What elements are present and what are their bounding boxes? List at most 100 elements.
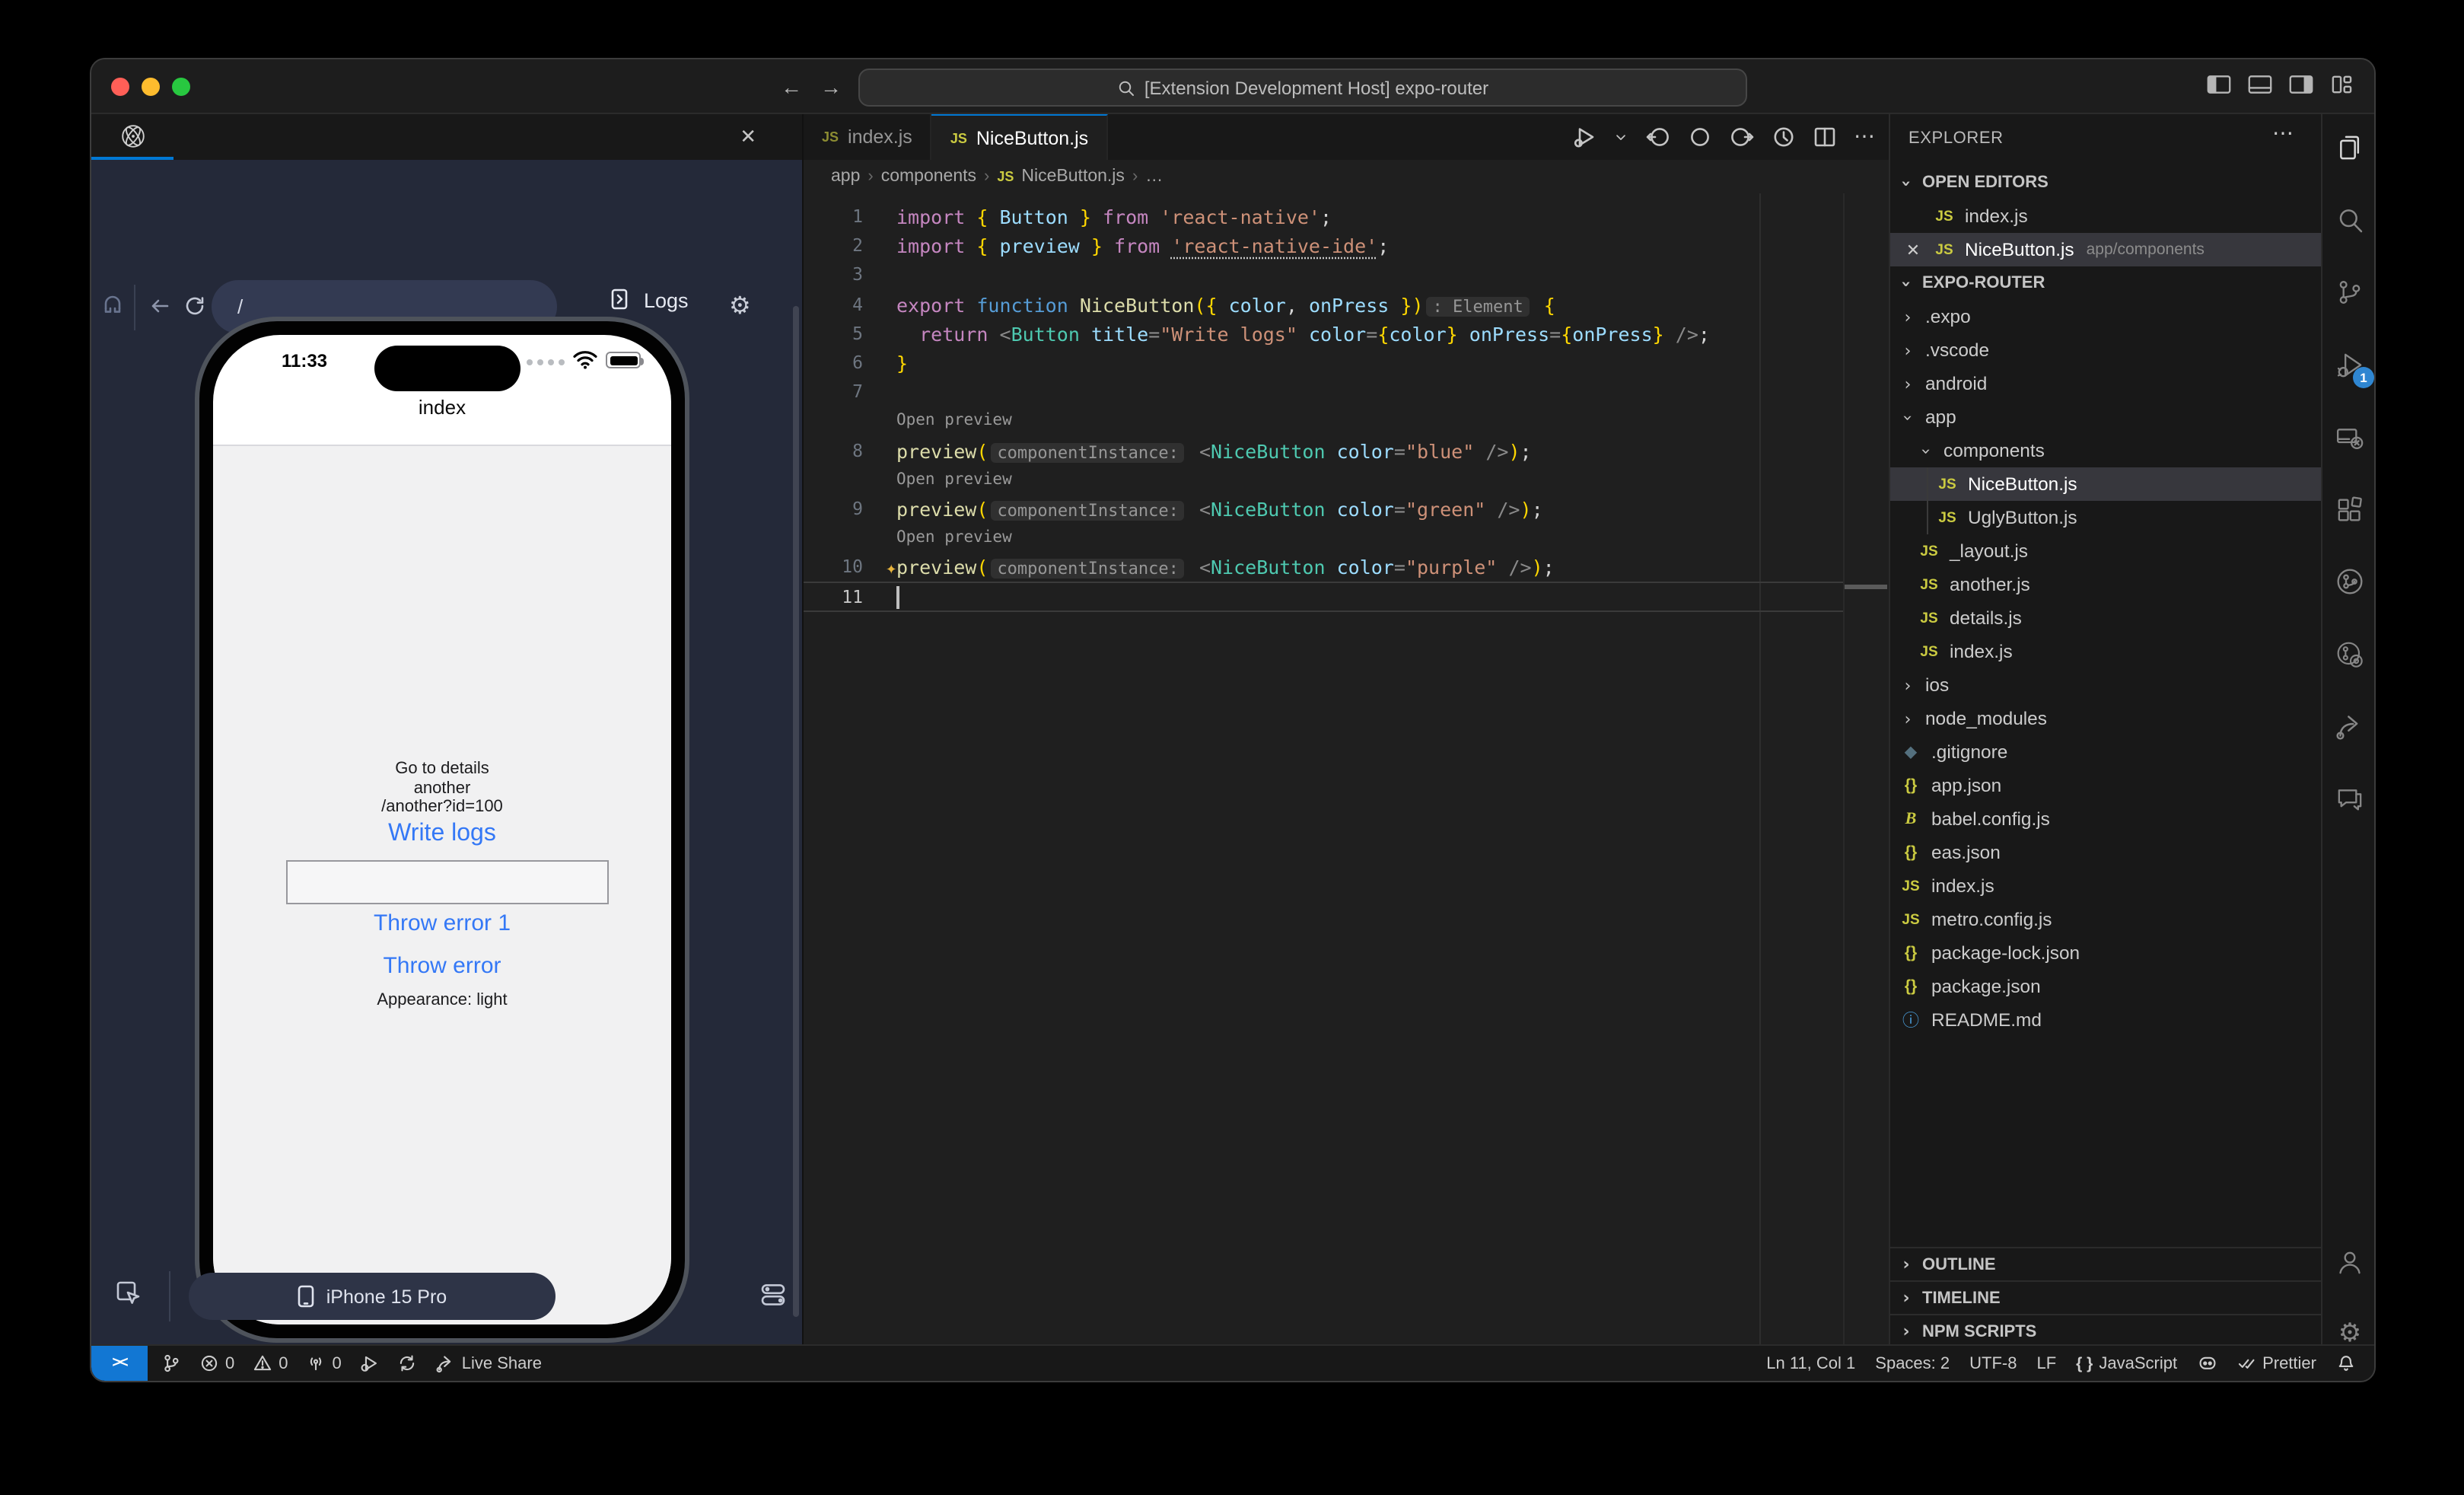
- text-input[interactable]: [286, 860, 609, 904]
- npm-scripts-section[interactable]: › NPM SCRIPTS: [1890, 1314, 2321, 1347]
- workspace-root-section[interactable]: › EXPO-ROUTER: [1890, 266, 2321, 300]
- nav-back-icon[interactable]: [1645, 125, 1671, 149]
- throw-error-1-button[interactable]: Throw error 1: [213, 910, 671, 936]
- tree-item-details.js[interactable]: JSdetails.js: [1890, 601, 2321, 635]
- radon-ide-tab[interactable]: [91, 114, 173, 160]
- panel-scrollbar[interactable]: [793, 306, 799, 1317]
- dropdown-chevron-icon[interactable]: [1613, 129, 1628, 145]
- remote-indicator[interactable]: ><: [91, 1346, 148, 1381]
- another-id-link[interactable]: /another?id=100: [213, 798, 671, 816]
- throw-error-button[interactable]: Throw error: [213, 953, 671, 979]
- open-editor-index.js[interactable]: JSindex.js: [1890, 199, 2321, 233]
- status-item-antenna[interactable]: 0: [307, 1353, 342, 1373]
- status-item-sync[interactable]: [398, 1353, 418, 1373]
- breadcrumb-item[interactable]: components: [881, 167, 976, 186]
- more-actions-icon[interactable]: ⋯: [1854, 123, 1877, 151]
- status-item-live-share[interactable]: Live Share: [436, 1353, 542, 1373]
- editor-tab-index.js[interactable]: JSindex.js: [804, 114, 932, 160]
- tree-item-_layout.js[interactable]: JS_layout.js: [1890, 534, 2321, 568]
- tree-item-README.md[interactable]: ⓘREADME.md: [1890, 1003, 2321, 1037]
- close-panel-icon[interactable]: ✕: [740, 125, 756, 149]
- device-selector[interactable]: iPhone 15 Pro: [189, 1273, 556, 1320]
- remote-device-icon[interactable]: [2335, 423, 2365, 454]
- history-icon[interactable]: [1772, 125, 1796, 149]
- status-item-error-circle[interactable]: 0: [199, 1353, 234, 1373]
- extensions-icon[interactable]: [2335, 495, 2365, 525]
- breadcrumb-item[interactable]: app: [831, 167, 860, 186]
- nav-forward-icon[interactable]: [1729, 125, 1755, 149]
- close-window-button[interactable]: [111, 78, 129, 96]
- history-back-icon[interactable]: ←: [781, 75, 802, 99]
- status-item-copilot[interactable]: [2197, 1353, 2217, 1373]
- timeline-section[interactable]: › TIMELINE: [1890, 1280, 2321, 1314]
- gitlens-circle-icon[interactable]: [2335, 639, 2365, 670]
- comment-icon[interactable]: [2335, 784, 2365, 814]
- go-to-details-link[interactable]: Go to details: [213, 760, 671, 778]
- tree-item-another.js[interactable]: JSanother.js: [1890, 568, 2321, 601]
- status-item-bell[interactable]: [2336, 1353, 2356, 1373]
- run-and-debug-icon[interactable]: [1572, 125, 1597, 149]
- customize-layout-icon[interactable]: [2330, 75, 2353, 94]
- tree-item-index.js[interactable]: JSindex.js: [1890, 869, 2321, 903]
- zoom-window-button[interactable]: [172, 78, 190, 96]
- tree-item-app.json[interactable]: {}app.json: [1890, 769, 2321, 802]
- device-settings-toggles-icon[interactable]: [761, 1282, 785, 1306]
- write-logs-button[interactable]: Write logs: [213, 821, 671, 848]
- toggle-secondary-sidebar-icon[interactable]: [2289, 75, 2313, 94]
- close-editor-icon[interactable]: ✕: [1902, 240, 1924, 260]
- status-item-warning-triangle[interactable]: 0: [253, 1353, 288, 1373]
- code-area[interactable]: 1import { Button } from 'react-native';2…: [804, 193, 1889, 1344]
- toggle-panel-icon[interactable]: [2248, 75, 2272, 94]
- tree-item-metro.config.js[interactable]: JSmetro.config.js: [1890, 903, 2321, 936]
- tree-item-package.json[interactable]: {}package.json: [1890, 970, 2321, 1003]
- tree-item-eas.json[interactable]: {}eas.json: [1890, 836, 2321, 869]
- search-icon[interactable]: [2335, 206, 2365, 236]
- open-editor-NiceButton.js[interactable]: ✕JSNiceButton.jsapp/components: [1890, 233, 2321, 266]
- codelens-open-preview[interactable]: Open preview: [804, 465, 1889, 494]
- codelens-open-preview[interactable]: Open preview: [804, 524, 1889, 553]
- tree-item-NiceButton.js[interactable]: JSNiceButton.js: [1890, 467, 2321, 501]
- status-item-plug[interactable]: [161, 1353, 181, 1373]
- tree-item-babel.config.js[interactable]: Bbabel.config.js: [1890, 802, 2321, 836]
- status-item[interactable]: LF: [2036, 1354, 2056, 1372]
- outline-section[interactable]: › OUTLINE: [1890, 1247, 2321, 1280]
- nav-back-icon[interactable]: [148, 294, 172, 318]
- tree-item-components[interactable]: ›components: [1890, 434, 2321, 467]
- simulator-settings-icon[interactable]: ⚙: [729, 291, 751, 321]
- toggle-primary-sidebar-icon[interactable]: [2207, 75, 2231, 94]
- codelens-open-preview[interactable]: Open preview: [804, 407, 1889, 436]
- tree-item-index.js[interactable]: JSindex.js: [1890, 635, 2321, 668]
- history-forward-icon[interactable]: →: [820, 75, 842, 99]
- follow-mode-icon[interactable]: [100, 294, 125, 318]
- tree-item-package-lock.json[interactable]: {}package-lock.json: [1890, 936, 2321, 970]
- tree-item-.gitignore[interactable]: ◆.gitignore: [1890, 735, 2321, 769]
- nav-circle-icon[interactable]: [1688, 125, 1712, 149]
- account-icon[interactable]: [2335, 1247, 2365, 1277]
- logs-button[interactable]: Logs: [609, 288, 689, 312]
- minimize-window-button[interactable]: [142, 78, 160, 96]
- files-icon[interactable]: [2335, 132, 2365, 163]
- breadcrumb-item[interactable]: NiceButton.js: [1021, 167, 1125, 186]
- tree-item-app[interactable]: ›app: [1890, 400, 2321, 434]
- run-and-debug-icon[interactable]: 1: [2335, 350, 2365, 381]
- live-share-icon[interactable]: [2335, 711, 2365, 741]
- tree-item-UglyButton.js[interactable]: JSUglyButton.js: [1890, 501, 2321, 534]
- project-circle-icon[interactable]: [2335, 566, 2365, 597]
- tree-item-.vscode[interactable]: ›.vscode: [1890, 333, 2321, 367]
- status-item[interactable]: Spaces: 2: [1875, 1354, 1950, 1372]
- status-item[interactable]: Ln 11, Col 1: [1766, 1354, 1855, 1372]
- open-editors-section[interactable]: › OPEN EDITORS: [1890, 166, 2321, 199]
- status-item-braces[interactable]: { }JavaScript: [2076, 1354, 2177, 1372]
- split-editor-icon[interactable]: [1813, 125, 1837, 149]
- status-item-debug[interactable]: [360, 1353, 380, 1373]
- tree-item-node_modules[interactable]: ›node_modules: [1890, 702, 2321, 735]
- status-item-double-check[interactable]: Prettier: [2236, 1353, 2316, 1373]
- source-control-icon[interactable]: [2335, 277, 2365, 308]
- element-inspector-icon[interactable]: [116, 1280, 140, 1305]
- command-center[interactable]: [Extension Development Host] expo-router: [858, 69, 1747, 107]
- another-link[interactable]: another: [213, 779, 671, 798]
- status-item[interactable]: UTF-8: [1969, 1354, 2017, 1372]
- tree-item-.expo[interactable]: ›.expo: [1890, 300, 2321, 333]
- tree-item-android[interactable]: ›android: [1890, 367, 2321, 400]
- breadcrumb-item[interactable]: …: [1145, 167, 1163, 186]
